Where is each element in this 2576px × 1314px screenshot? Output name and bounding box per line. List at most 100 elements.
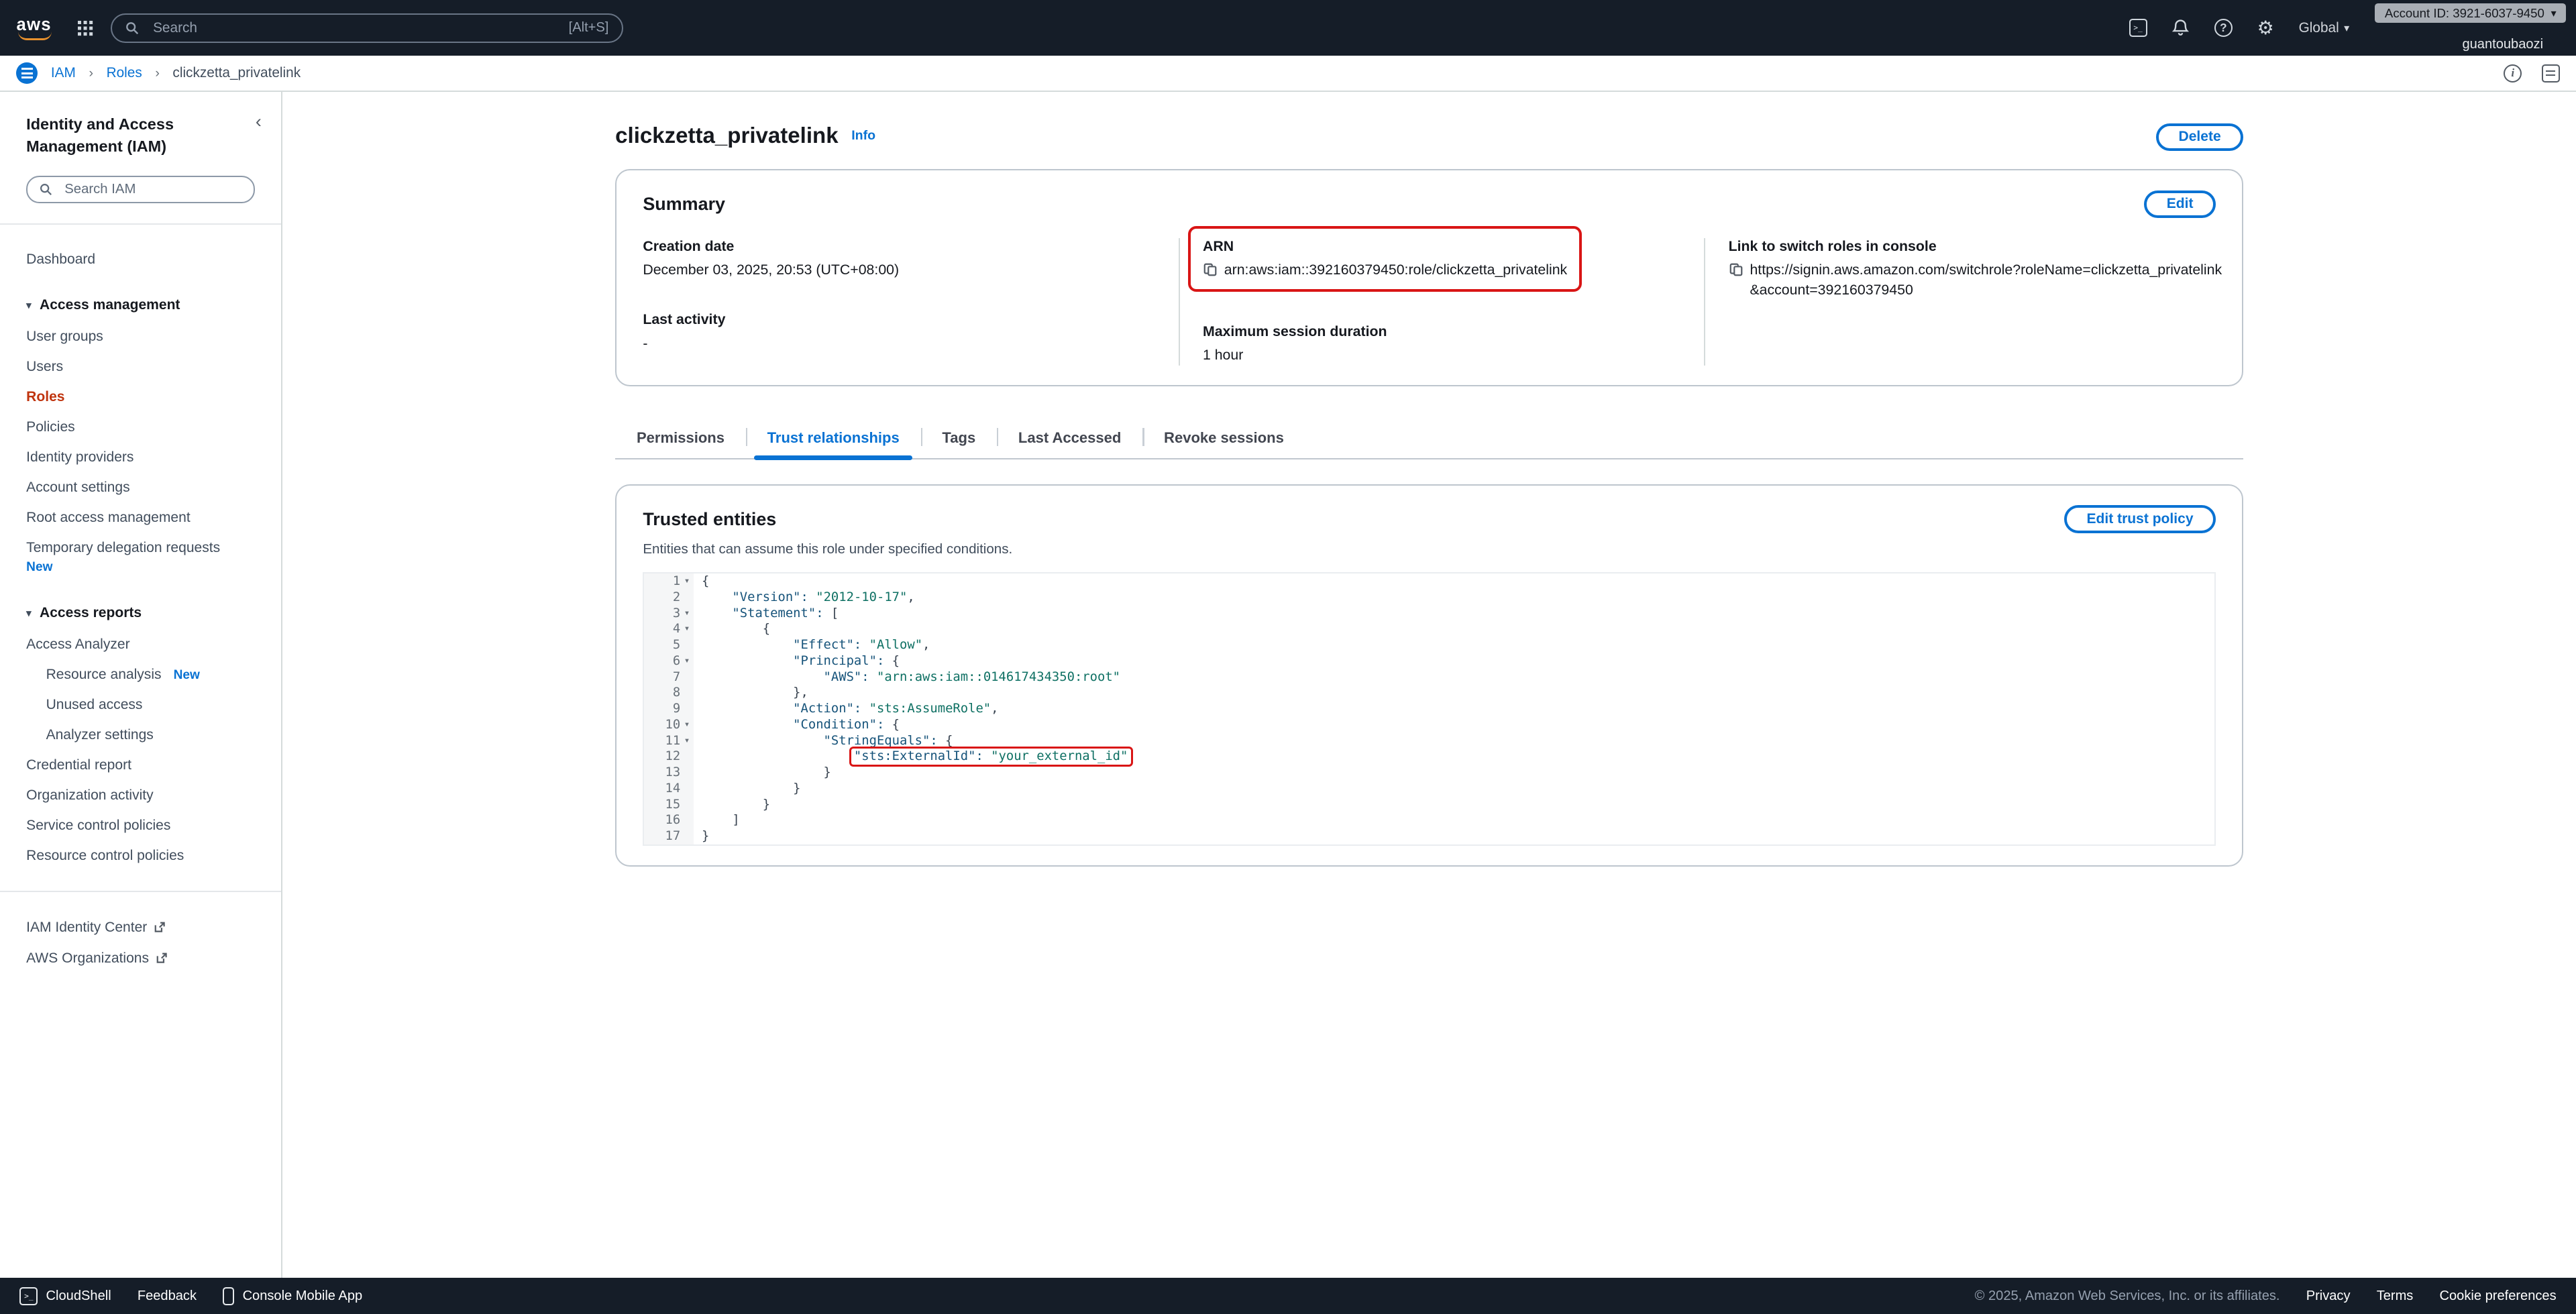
top-navigation: aws [Alt+S] >_ ? ⚙ Global▾ Account ID: 3… — [0, 0, 2576, 56]
copy-link-button[interactable] — [1729, 262, 1743, 277]
sidebar-item-service-control-policies[interactable]: Service control policies — [0, 811, 281, 841]
tab-revoke-sessions[interactable]: Revoke sessions — [1142, 419, 1305, 458]
info-icon[interactable]: i — [2504, 64, 2522, 83]
aws-logo[interactable]: aws — [16, 15, 51, 40]
cookie-preferences-link[interactable]: Cookie preferences — [2440, 1289, 2557, 1304]
sidebar-section-access-reports[interactable]: ▾ Access reports — [0, 597, 281, 629]
collapse-sidebar-icon[interactable]: ‹ — [256, 113, 262, 129]
copy-arn-button[interactable] — [1203, 262, 1218, 277]
sidebar-search-input[interactable] — [61, 180, 242, 199]
line-number: 17 — [644, 828, 693, 844]
region-selector[interactable]: Global▾ — [2299, 20, 2349, 36]
field-label: Last activity — [643, 311, 1162, 328]
line-number: 4▾ — [644, 621, 693, 637]
switch-role-link-value[interactable]: https://signin.aws.amazon.com/switchrole… — [1750, 260, 2229, 300]
trusted-entities-description: Entities that can assume this role under… — [643, 541, 2216, 557]
fold-icon — [680, 590, 694, 606]
fold-icon — [680, 812, 694, 828]
tab-tags[interactable]: Tags — [921, 419, 997, 458]
sidebar-item-analyzer-settings[interactable]: Analyzer settings — [0, 720, 281, 751]
sidebar-link-aws-organizations[interactable]: AWS Organizations — [0, 943, 281, 974]
link-label: AWS Organizations — [26, 950, 149, 967]
chevron-down-icon: ▾ — [26, 607, 32, 619]
sidebar-item-temporary-delegation-requests[interactable]: Temporary delegation requests New — [0, 533, 281, 582]
sidebar-item-dashboard[interactable]: Dashboard — [0, 244, 281, 274]
sidebar-link-iam-identity-center[interactable]: IAM Identity Center — [0, 912, 281, 943]
divider — [0, 891, 281, 892]
copyright-text: © 2025, Amazon Web Services, Inc. or its… — [1975, 1289, 2280, 1304]
copy-icon — [1203, 262, 1218, 277]
cloudshell-icon[interactable]: >_ — [2129, 19, 2147, 37]
code-line: 9 "Action": "sts:AssumeRole", — [644, 701, 2214, 717]
summary-card: Summary Edit Creation date December 03, … — [615, 169, 2243, 386]
username-label[interactable]: guantoubaozi — [2462, 37, 2566, 52]
region-label: Global — [2299, 20, 2339, 36]
tab-permissions[interactable]: Permissions — [615, 419, 746, 458]
console-mobile-app-button[interactable]: Console Mobile App — [223, 1287, 362, 1305]
search-input[interactable] — [150, 18, 559, 38]
line-number: 15 — [644, 797, 693, 813]
fold-icon: ▾ — [680, 717, 694, 733]
sidebar-item-label: Temporary delegation requests — [26, 540, 220, 555]
delete-button[interactable]: Delete — [2156, 123, 2243, 152]
side-panel-icon[interactable] — [2542, 64, 2560, 83]
sidebar-item-organization-activity[interactable]: Organization activity — [0, 781, 281, 811]
section-title: Access reports — [40, 605, 142, 621]
sidebar-item-roles[interactable]: Roles — [0, 382, 281, 413]
sidebar-item-resource-control-policies[interactable]: Resource control policies — [0, 841, 281, 871]
sidebar-item-resource-analysis[interactable]: Resource analysis New — [0, 660, 281, 690]
account-menu-button[interactable]: Account ID: 3921-6037-9450▾ — [2375, 3, 2566, 23]
console-footer: >_ CloudShell Feedback Console Mobile Ap… — [0, 1278, 2576, 1314]
code-line: 16 ] — [644, 812, 2214, 828]
edit-trust-policy-button[interactable]: Edit trust policy — [2064, 505, 2216, 533]
tab-last-accessed[interactable]: Last Accessed — [997, 419, 1142, 458]
line-number: 16 — [644, 812, 693, 828]
sidebar-item-user-groups[interactable]: User groups — [0, 322, 281, 352]
code-line: 3▾ "Statement": [ — [644, 606, 2214, 622]
policy-editor[interactable]: 1▾{2 "Version": "2012-10-17",3▾ "Stateme… — [643, 572, 2216, 846]
search-icon — [125, 21, 140, 36]
settings-gear-icon[interactable]: ⚙ — [2257, 19, 2274, 38]
fold-icon: ▾ — [680, 621, 694, 637]
sidebar-item-root-access-management[interactable]: Root access management — [0, 503, 281, 533]
cloudshell-footer-button[interactable]: >_ CloudShell — [19, 1287, 111, 1305]
field-label: ARN — [1203, 238, 1567, 255]
sidebar-item-unused-access[interactable]: Unused access — [0, 690, 281, 720]
notifications-bell-icon[interactable] — [2171, 19, 2190, 37]
sidebar-item-identity-providers[interactable]: Identity providers — [0, 443, 281, 473]
help-icon[interactable]: ? — [2214, 19, 2233, 37]
privacy-link[interactable]: Privacy — [2306, 1289, 2351, 1304]
max-session-value: 1 hour — [1203, 345, 1243, 366]
sidebar-section-access-management[interactable]: ▾ Access management — [0, 289, 281, 321]
iam-sidebar: Identity and Access Management (IAM) ‹ D… — [0, 92, 282, 1278]
tab-trust-relationships[interactable]: Trust relationships — [746, 419, 921, 458]
sidebar-title: Identity and Access Management (IAM) — [26, 113, 220, 158]
breadcrumb-separator: › — [155, 66, 160, 81]
info-link[interactable]: Info — [851, 128, 875, 144]
line-number: 12 — [644, 749, 693, 765]
terms-link[interactable]: Terms — [2377, 1289, 2414, 1304]
mobile-phone-icon — [223, 1287, 234, 1305]
sidebar-item-users[interactable]: Users — [0, 352, 281, 382]
global-search[interactable]: [Alt+S] — [111, 13, 623, 43]
fold-icon — [680, 765, 694, 781]
field-label: Maximum session duration — [1203, 323, 1688, 340]
breadcrumb-iam[interactable]: IAM — [51, 65, 76, 81]
menu-toggle-icon[interactable] — [16, 62, 38, 84]
services-grid-icon[interactable] — [78, 21, 81, 24]
sidebar-item-credential-report[interactable]: Credential report — [0, 751, 281, 781]
trusted-entities-title: Trusted entities — [643, 509, 776, 530]
sidebar-item-access-analyzer[interactable]: Access Analyzer — [0, 630, 281, 660]
arn-field-highlighted: ARN arn:aws:iam::392160379450:role/click… — [1203, 238, 1567, 280]
sidebar-item-policies[interactable]: Policies — [0, 413, 281, 443]
page-header: clickzetta_privatelink Info Delete — [615, 123, 2243, 152]
sidebar-item-account-settings[interactable]: Account settings — [0, 473, 281, 503]
last-activity-field: Last activity - — [643, 311, 1162, 353]
line-number: 8 — [644, 685, 693, 701]
code-line: 1▾{ — [644, 573, 2214, 590]
edit-button[interactable]: Edit — [2144, 190, 2216, 219]
breadcrumb-roles[interactable]: Roles — [107, 65, 142, 81]
creation-date-field: Creation date December 03, 2025, 20:53 (… — [643, 238, 1162, 280]
feedback-button[interactable]: Feedback — [138, 1289, 197, 1304]
sidebar-search[interactable] — [26, 176, 255, 204]
